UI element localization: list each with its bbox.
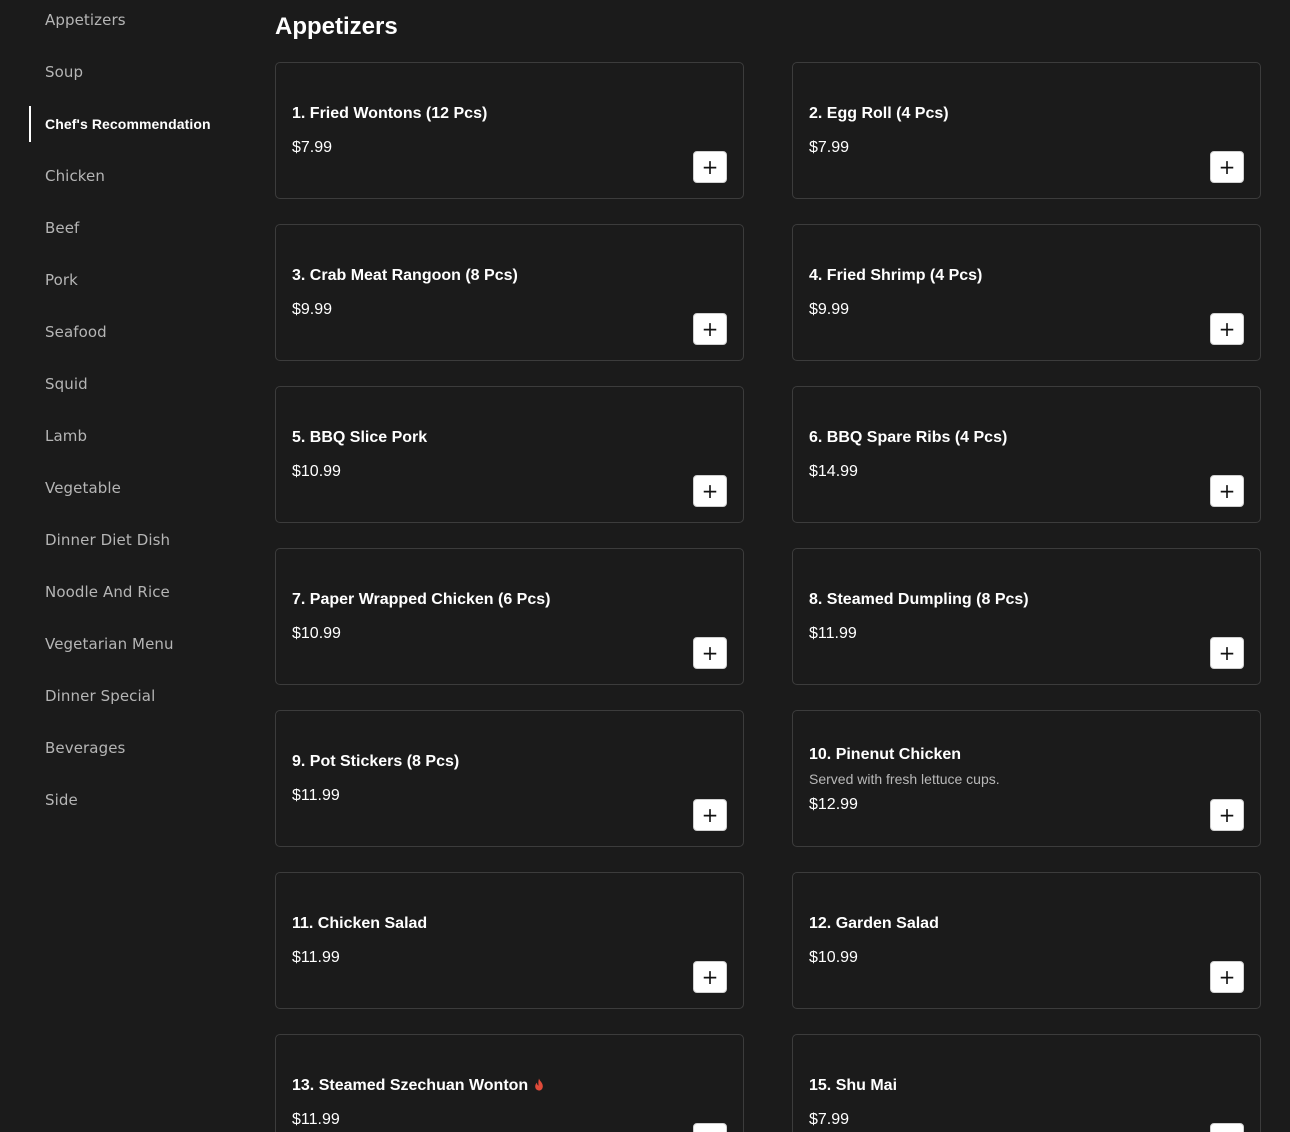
- menu-item-card[interactable]: 4. Fried Shrimp (4 Pcs) $9.99 +: [792, 224, 1261, 361]
- item-price: $11.99: [292, 1111, 340, 1128]
- sidebar-item-chefs-recommendation[interactable]: Chef's Recommendation: [29, 106, 229, 142]
- item-name: 5. BBQ Slice Pork: [292, 429, 428, 446]
- item-name: 15. Shu Mai: [809, 1077, 898, 1094]
- sidebar-item-chicken[interactable]: Chicken: [29, 158, 229, 194]
- item-price: $14.99: [809, 463, 858, 480]
- item-name: 12. Garden Salad: [809, 915, 939, 932]
- add-to-cart-button[interactable]: +: [693, 961, 727, 993]
- item-price: $12.99: [809, 796, 858, 813]
- menu-item-card[interactable]: 13. Steamed Szechuan Wonton $11.99 +: [275, 1034, 744, 1132]
- item-price: $7.99: [809, 1111, 850, 1128]
- sidebar-item-noodle-and-rice[interactable]: Noodle And Rice: [29, 574, 229, 610]
- sidebar-item-squid[interactable]: Squid: [29, 366, 229, 402]
- menu-grid: 1. Fried Wontons (12 Pcs) $7.99 + 2. Egg…: [275, 62, 1261, 1132]
- menu-page: Appetizers Soup Chef's Recommendation Ch…: [0, 0, 1290, 1132]
- section-title: Appetizers: [275, 13, 398, 40]
- menu-item-card[interactable]: 7. Paper Wrapped Chicken (6 Pcs) $10.99 …: [275, 548, 744, 685]
- sidebar-item-seafood[interactable]: Seafood: [29, 314, 229, 350]
- add-to-cart-button[interactable]: +: [693, 475, 727, 507]
- sidebar-item-vegetarian-menu[interactable]: Vegetarian Menu: [29, 626, 229, 662]
- add-to-cart-button[interactable]: +: [693, 637, 727, 669]
- menu-item-card[interactable]: 8. Steamed Dumpling (8 Pcs) $11.99 +: [792, 548, 1261, 685]
- sidebar-item-soup[interactable]: Soup: [29, 54, 229, 90]
- item-name: 3. Crab Meat Rangoon (8 Pcs): [292, 267, 518, 284]
- add-to-cart-button[interactable]: +: [1210, 313, 1244, 345]
- item-price: $11.99: [292, 949, 340, 966]
- item-name: 9. Pot Stickers (8 Pcs): [292, 753, 460, 770]
- item-name: 11. Chicken Salad: [292, 915, 428, 932]
- item-price: $10.99: [809, 949, 858, 966]
- add-to-cart-button[interactable]: +: [1210, 961, 1244, 993]
- sidebar-item-side[interactable]: Side: [29, 782, 229, 818]
- menu-item-card[interactable]: 9. Pot Stickers (8 Pcs) $11.99 +: [275, 710, 744, 847]
- menu-item-card[interactable]: 12. Garden Salad $10.99 +: [792, 872, 1261, 1009]
- menu-item-card[interactable]: 15. Shu Mai $7.99 +: [792, 1034, 1261, 1132]
- item-name: 2. Egg Roll (4 Pcs): [809, 105, 949, 122]
- item-price: $11.99: [809, 625, 857, 642]
- add-to-cart-button[interactable]: +: [1210, 637, 1244, 669]
- item-name: 10. Pinenut Chicken: [809, 746, 962, 763]
- item-name: 1. Fried Wontons (12 Pcs): [292, 105, 488, 122]
- item-price: $9.99: [292, 301, 333, 318]
- add-to-cart-button[interactable]: +: [693, 313, 727, 345]
- item-price: $10.99: [292, 463, 341, 480]
- fire-icon: [535, 1078, 544, 1091]
- menu-item-card[interactable]: 2. Egg Roll (4 Pcs) $7.99 +: [792, 62, 1261, 199]
- menu-item-card[interactable]: 1. Fried Wontons (12 Pcs) $7.99 +: [275, 62, 744, 199]
- sidebar-item-beef[interactable]: Beef: [29, 210, 229, 246]
- menu-item-card[interactable]: 5. BBQ Slice Pork $10.99 +: [275, 386, 744, 523]
- sidebar-item-vegetable[interactable]: Vegetable: [29, 470, 229, 506]
- item-name-row: 13. Steamed Szechuan Wonton: [292, 1077, 544, 1095]
- sidebar-item-appetizers[interactable]: Appetizers: [29, 2, 229, 38]
- item-name: 7. Paper Wrapped Chicken (6 Pcs): [292, 591, 551, 608]
- add-to-cart-button[interactable]: +: [1210, 1123, 1244, 1132]
- sidebar-item-beverages[interactable]: Beverages: [29, 730, 229, 766]
- item-price: $9.99: [809, 301, 850, 318]
- add-to-cart-button[interactable]: +: [1210, 799, 1244, 831]
- add-to-cart-button[interactable]: +: [1210, 151, 1244, 183]
- sidebar-item-pork[interactable]: Pork: [29, 262, 229, 298]
- item-name: 6. BBQ Spare Ribs (4 Pcs): [809, 429, 1008, 446]
- category-sidebar: Appetizers Soup Chef's Recommendation Ch…: [0, 0, 250, 1132]
- item-price: $10.99: [292, 625, 341, 642]
- sidebar-item-dinner-diet-dish[interactable]: Dinner Diet Dish: [29, 522, 229, 558]
- sidebar-item-dinner-special[interactable]: Dinner Special: [29, 678, 229, 714]
- item-description: Served with fresh lettuce cups.: [809, 771, 1000, 787]
- item-name: 4. Fried Shrimp (4 Pcs): [809, 267, 983, 284]
- menu-item-card[interactable]: 11. Chicken Salad $11.99 +: [275, 872, 744, 1009]
- add-to-cart-button[interactable]: +: [693, 151, 727, 183]
- menu-item-card[interactable]: 3. Crab Meat Rangoon (8 Pcs) $9.99 +: [275, 224, 744, 361]
- add-to-cart-button[interactable]: +: [693, 1123, 727, 1132]
- add-to-cart-button[interactable]: +: [693, 799, 727, 831]
- menu-item-card[interactable]: 10. Pinenut Chicken Served with fresh le…: [792, 710, 1261, 847]
- menu-item-card[interactable]: 6. BBQ Spare Ribs (4 Pcs) $14.99 +: [792, 386, 1261, 523]
- item-price: $11.99: [292, 787, 340, 804]
- item-name: 13. Steamed Szechuan Wonton: [292, 1077, 529, 1094]
- item-price: $7.99: [292, 139, 333, 156]
- item-name: 8. Steamed Dumpling (8 Pcs): [809, 591, 1029, 608]
- sidebar-item-lamb[interactable]: Lamb: [29, 418, 229, 454]
- item-price: $7.99: [809, 139, 850, 156]
- add-to-cart-button[interactable]: +: [1210, 475, 1244, 507]
